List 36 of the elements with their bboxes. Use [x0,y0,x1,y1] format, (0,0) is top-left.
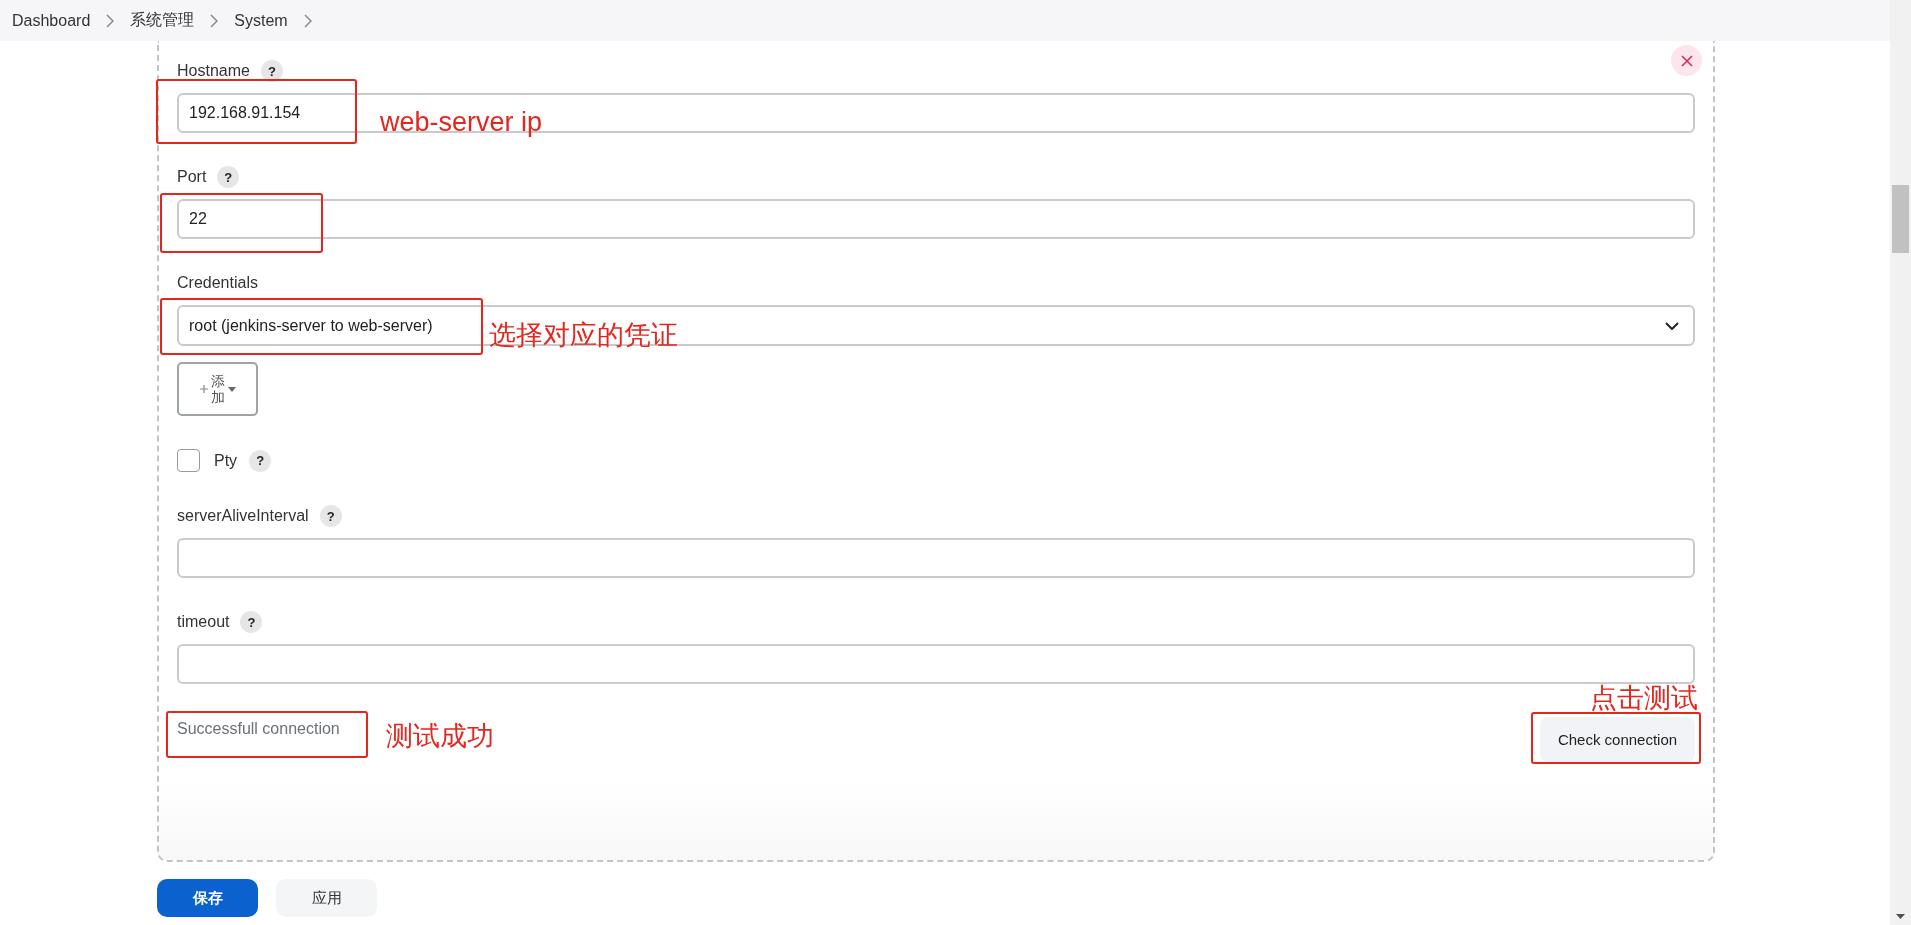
chevron-right-icon [106,13,115,28]
help-badge[interactable]: ? [319,505,342,527]
checkbox[interactable] [177,449,200,472]
caret-down-icon[interactable] [1896,914,1905,919]
save-button[interactable]: 保存 [157,879,258,917]
checkbox-label: Pty [214,451,238,470]
text-field[interactable] [177,538,1695,578]
close-icon [1680,54,1693,67]
chevron-right-icon [303,13,312,28]
field-label: timeout [177,613,230,631]
apply-button[interactable]: 应用 [276,879,377,917]
breadcrumb-link[interactable]: Dashboard [12,11,91,30]
breadcrumb-link[interactable]: 系统管理 [130,10,195,31]
close-button[interactable] [1671,45,1702,76]
breadcrumb-link[interactable]: System [234,11,288,30]
add-button[interactable]: 添加 [177,362,258,416]
field-label: Hostname [177,62,250,80]
chevron-right-icon [210,13,219,28]
field-label: Credentials [177,274,258,292]
text-field[interactable]: 22 [177,199,1695,239]
field-label: serverAliveInterval [177,507,309,525]
help-badge[interactable]: ? [249,449,272,472]
plus-icon [199,385,208,393]
help-badge[interactable]: ? [240,611,263,633]
status-message: Successfull connection [177,719,340,739]
chevron-down-icon [1665,321,1679,330]
scrollbar-track[interactable] [1890,0,1911,925]
annotation-note: 测试成功 [386,721,494,751]
help-badge[interactable]: ? [217,166,240,188]
scrollbar-thumb[interactable] [1892,185,1909,253]
field-label: Port [177,168,207,186]
annotation-note: 点击测试 [1590,683,1698,713]
text-field[interactable] [177,644,1695,684]
help-badge[interactable]: ? [260,60,283,82]
check-connection-button[interactable]: Check connection [1540,717,1695,762]
caret-down-icon [227,386,236,392]
